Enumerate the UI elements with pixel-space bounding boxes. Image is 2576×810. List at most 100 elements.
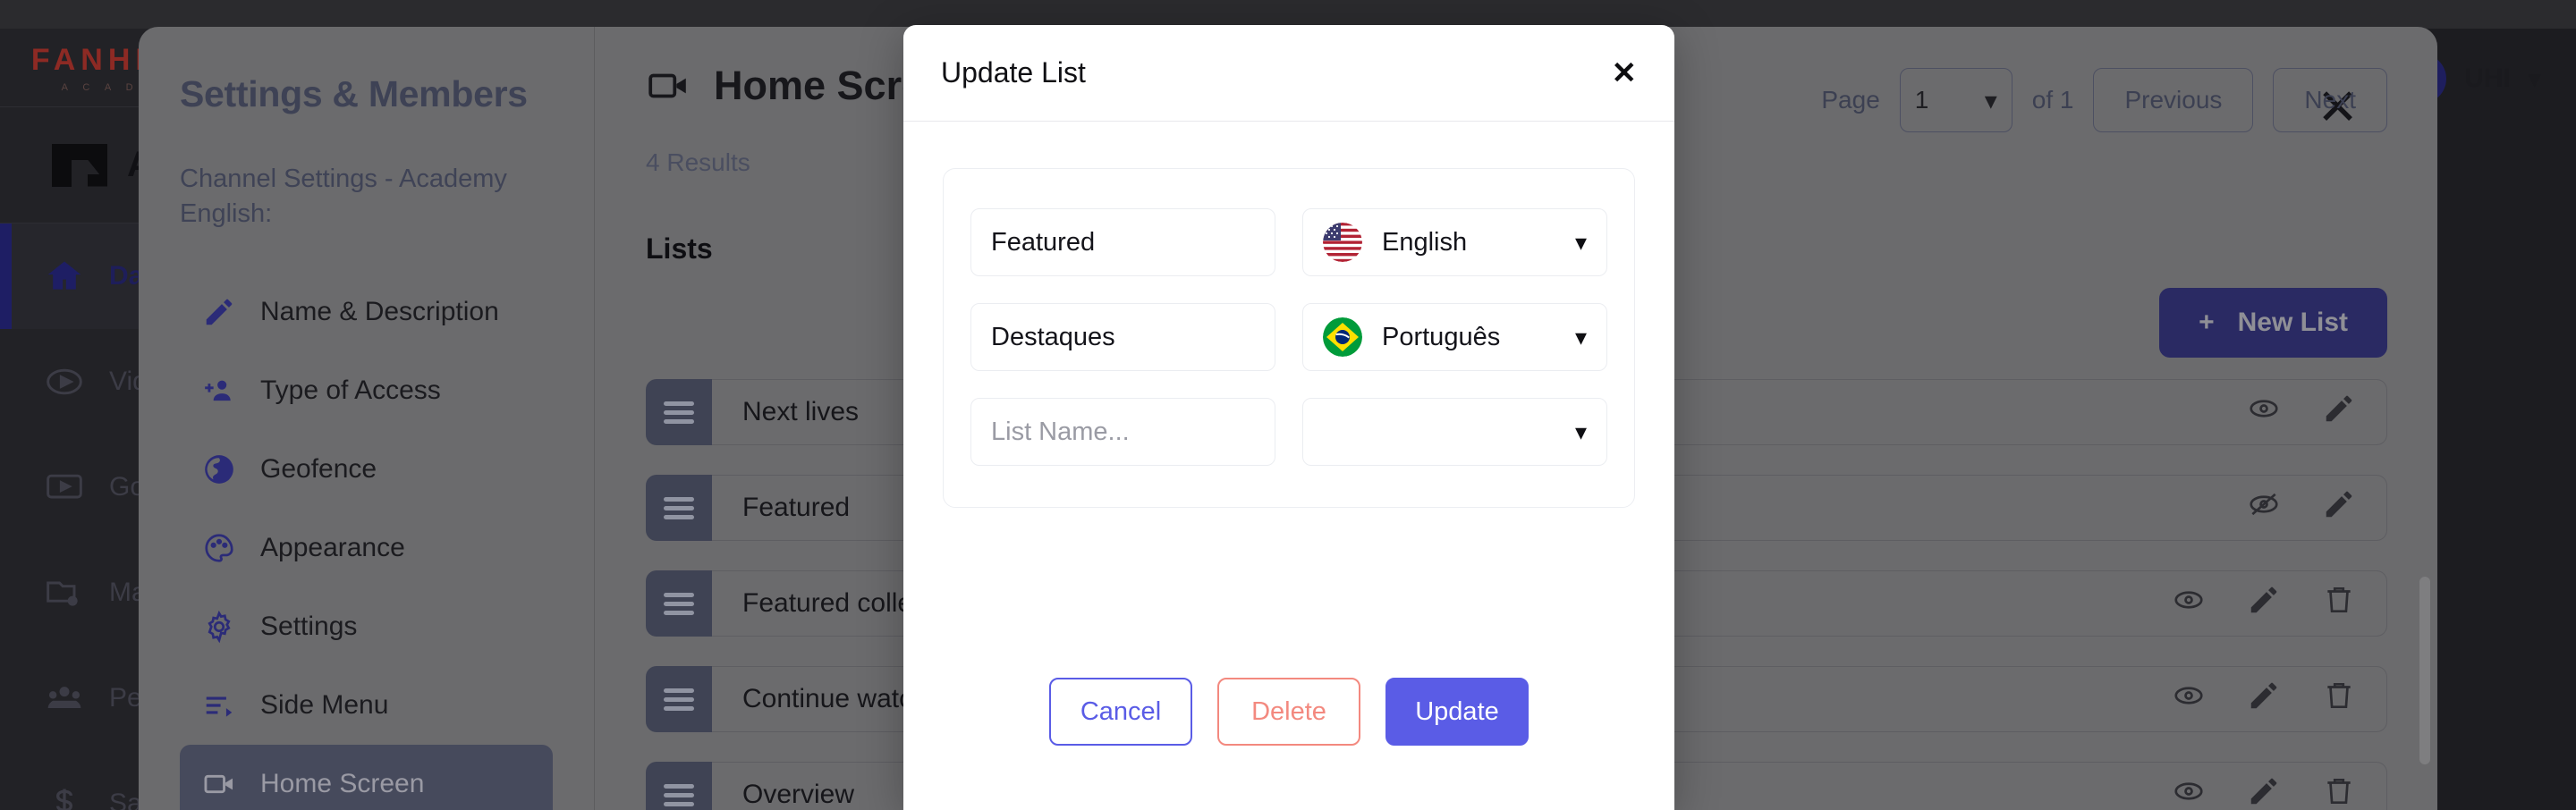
drag-handle-icon[interactable] (646, 570, 712, 637)
list-name: Featured (742, 493, 851, 522)
chevron-down-icon: ▾ (1984, 86, 1997, 114)
workspace-mark-icon (52, 143, 107, 187)
list-name-input-3[interactable]: List Name... (970, 398, 1275, 466)
drawer-sidebar: Settings & Members Channel Settings - Ac… (139, 27, 595, 810)
pencil-icon[interactable] (2322, 392, 2356, 433)
modal-header: Update List ✕ (903, 25, 1674, 122)
drawer-nav: Name & Description Type of Access Geofen… (180, 273, 553, 810)
sidebar-item-name-description[interactable]: Name & Description (180, 273, 553, 351)
update-list-modal: Update List ✕ Featured English ▾ Destaqu… (903, 25, 1674, 810)
palette-icon (201, 530, 237, 566)
row-actions (2247, 392, 2356, 433)
sidebar-label-side-menu: Side Menu (260, 690, 389, 721)
gear-icon (201, 609, 237, 645)
modal-body: Featured English ▾ Destaques Português ▾… (903, 122, 1674, 613)
video-camera-icon (201, 766, 237, 802)
screen: FANHELLA A C A D E M Y ACADEMY Dashboard… (0, 0, 2576, 810)
eye-off-icon[interactable] (2247, 487, 2281, 528)
drawer-title: Settings & Members (180, 73, 528, 114)
sidebar-label-type-of-access: Type of Access (260, 375, 441, 406)
flag-us-icon (1323, 223, 1362, 262)
drawer-subtitle: Channel Settings - Academy English: (180, 165, 507, 229)
account-label: UHI (2464, 63, 2511, 93)
pagination-page-label: Page (1821, 86, 1880, 114)
row-actions (2172, 679, 2356, 720)
sidebar-label-geofence: Geofence (260, 454, 377, 485)
pencil-icon[interactable] (2247, 774, 2281, 810)
pagination-page-value: 1 (1914, 86, 1929, 114)
list-name-input-1[interactable]: Featured (970, 208, 1275, 276)
eye-icon[interactable] (2172, 774, 2206, 810)
update-button[interactable]: Update (1385, 678, 1529, 746)
language-select-2[interactable]: Português ▾ (1302, 303, 1607, 371)
translation-row: Destaques Português ▾ (970, 303, 1607, 371)
delete-button[interactable]: Delete (1217, 678, 1360, 746)
row-actions (2247, 487, 2356, 528)
pagination-of-label: of 1 (2031, 86, 2074, 114)
language-label-1: English (1382, 227, 1468, 257)
translation-row: Featured English ▾ (970, 208, 1607, 276)
list-translations-form: Featured English ▾ Destaques Português ▾… (943, 168, 1635, 508)
modal-title: Update List (941, 56, 1086, 89)
trash-icon[interactable] (2322, 774, 2356, 810)
sidebar-item-geofence[interactable]: Geofence (180, 430, 553, 509)
translation-row: List Name... ▾ (970, 398, 1607, 466)
folder-settings-icon (43, 571, 86, 614)
pagination-page-select[interactable]: 1 ▾ (1899, 68, 2012, 132)
chevron-down-icon: ▾ (1574, 418, 1587, 445)
chevron-down-icon: ▾ (1574, 323, 1587, 350)
drag-handle-icon[interactable] (646, 762, 712, 810)
list-name: Next lives (742, 397, 860, 426)
pencil-icon[interactable] (2247, 679, 2281, 720)
pencil-icon[interactable] (2247, 583, 2281, 624)
person-add-icon (201, 373, 237, 409)
sidebar-item-type-of-access[interactable]: Type of Access (180, 351, 553, 430)
sidebar-item-appearance[interactable]: Appearance (180, 509, 553, 587)
dollar-icon (43, 782, 86, 810)
sidebar-label-name-description: Name & Description (260, 297, 499, 327)
globe-icon (201, 451, 237, 487)
drag-handle-icon[interactable] (646, 475, 712, 541)
sidebar-label-settings: Settings (260, 612, 358, 642)
pagination: Page 1 ▾ of 1 Previous Next (1821, 68, 2387, 132)
cancel-button[interactable]: Cancel (1049, 678, 1192, 746)
eye-icon[interactable] (2172, 679, 2206, 720)
drag-handle-icon[interactable] (646, 379, 712, 445)
language-select-3[interactable]: ▾ (1302, 398, 1607, 466)
sidebar-item-home-screen[interactable]: Home Screen (180, 745, 553, 810)
language-label-2: Português (1382, 322, 1501, 351)
row-actions (2172, 583, 2356, 624)
next-button[interactable]: Next (2273, 68, 2387, 132)
row-actions (2172, 774, 2356, 810)
home-icon (43, 255, 86, 298)
chevron-down-icon: ▾ (2528, 64, 2540, 92)
modal-footer: Cancel Delete Update (903, 613, 1674, 810)
new-list-label: New List (2237, 308, 2348, 337)
sidebar-item-side-menu[interactable]: Side Menu (180, 666, 553, 745)
chevron-down-icon: ▾ (1574, 228, 1587, 256)
pencil-icon (201, 294, 237, 330)
eye-icon[interactable] (2247, 392, 2281, 433)
scrollbar-thumb[interactable] (2419, 577, 2430, 764)
eye-icon[interactable] (2172, 583, 2206, 624)
sidebar-label-home-screen: Home Screen (260, 769, 425, 799)
flag-br-icon (1323, 317, 1362, 357)
play-circle-icon (43, 360, 86, 403)
video-camera-icon (646, 63, 691, 108)
trash-icon[interactable] (2322, 583, 2356, 624)
live-tv-icon (43, 466, 86, 509)
sidebar-label-appearance: Appearance (260, 533, 405, 563)
previous-button[interactable]: Previous (2093, 68, 2254, 132)
sidebar-item-settings[interactable]: Settings (180, 587, 553, 666)
trash-icon[interactable] (2322, 679, 2356, 720)
language-select-1[interactable]: English ▾ (1302, 208, 1607, 276)
new-list-button[interactable]: + New List (2159, 288, 2387, 358)
list-name-input-2[interactable]: Destaques (970, 303, 1275, 371)
drag-handle-icon[interactable] (646, 666, 712, 732)
pencil-icon[interactable] (2322, 487, 2356, 528)
close-icon[interactable]: ✕ (1612, 58, 1638, 89)
people-icon (43, 677, 86, 720)
plus-icon: + (2199, 308, 2215, 337)
list-name: Overview (742, 780, 855, 809)
side-menu-icon (201, 688, 237, 723)
